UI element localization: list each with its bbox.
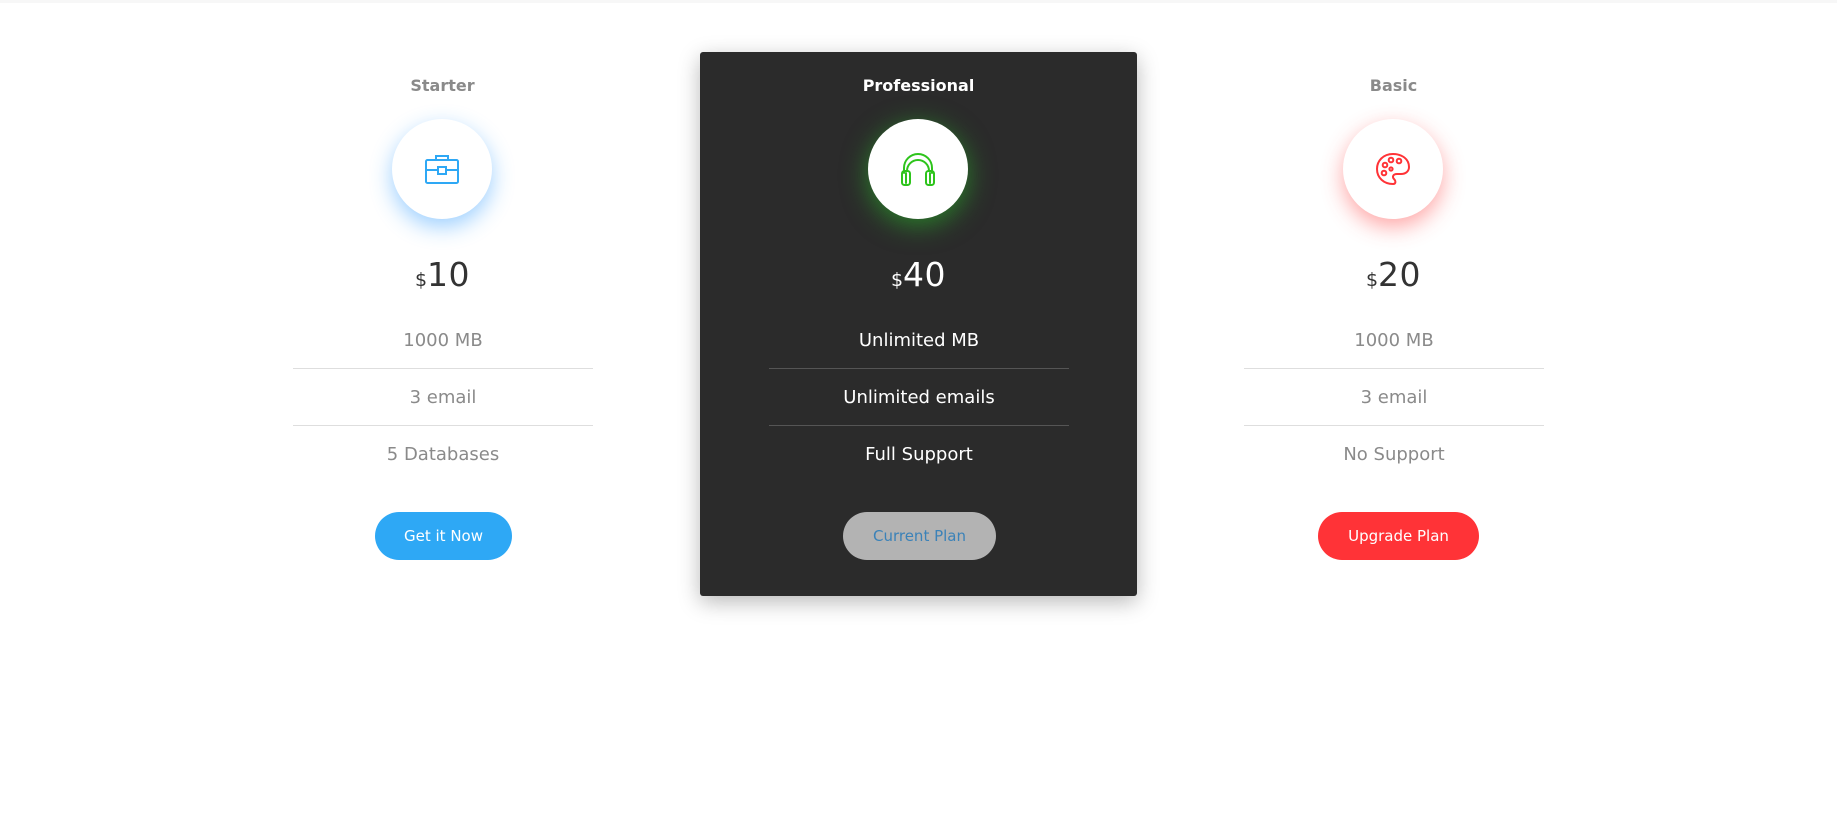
plan-price: $10 bbox=[224, 255, 661, 294]
plan-price: $40 bbox=[700, 255, 1137, 294]
plan-name: Professional bbox=[862, 76, 975, 95]
price-currency: $ bbox=[1365, 269, 1379, 291]
feature-item: 3 email bbox=[1244, 369, 1544, 426]
current-plan-button[interactable]: Current Plan bbox=[843, 512, 996, 560]
price-amount: 20 bbox=[1378, 255, 1422, 294]
feature-list: 1000 MB 3 email No Support bbox=[1244, 312, 1544, 483]
pricing-table: Starter $10 1000 MB 3 email 5 Databases … bbox=[0, 0, 1837, 817]
get-it-now-button[interactable]: Get it Now bbox=[375, 512, 512, 560]
plan-name: Starter bbox=[410, 76, 475, 95]
price-amount: 10 bbox=[427, 255, 471, 294]
feature-item: 1000 MB bbox=[1244, 312, 1544, 369]
headphones-icon bbox=[899, 151, 937, 187]
upgrade-plan-button[interactable]: Upgrade Plan bbox=[1318, 512, 1479, 560]
feature-item: No Support bbox=[1343, 444, 1445, 465]
pricing-card-basic: Basic $20 1000 MB 3 email No Support Upg… bbox=[1175, 52, 1612, 596]
plan-price: $20 bbox=[1175, 255, 1612, 294]
price-currency: $ bbox=[890, 269, 904, 291]
feature-list: 1000 MB 3 email 5 Databases bbox=[293, 312, 593, 483]
palette-icon bbox=[1374, 151, 1412, 187]
plan-icon-badge bbox=[1343, 119, 1443, 219]
feature-item: 1000 MB bbox=[293, 312, 593, 369]
feature-item: Unlimited MB bbox=[769, 312, 1069, 369]
pricing-card-professional: Professional $40 Unlimited MB Unlimited … bbox=[700, 52, 1137, 596]
price-currency: $ bbox=[414, 269, 428, 291]
plan-icon-badge bbox=[392, 119, 492, 219]
plan-icon-badge bbox=[868, 119, 968, 219]
plan-name: Basic bbox=[1369, 76, 1418, 95]
briefcase-icon bbox=[424, 153, 460, 185]
price-amount: 40 bbox=[903, 255, 947, 294]
feature-item: 3 email bbox=[293, 369, 593, 426]
feature-item: Full Support bbox=[865, 444, 973, 465]
feature-item: Unlimited emails bbox=[769, 369, 1069, 426]
feature-list: Unlimited MB Unlimited emails Full Suppo… bbox=[769, 312, 1069, 483]
pricing-card-starter: Starter $10 1000 MB 3 email 5 Databases … bbox=[224, 52, 661, 596]
feature-item: 5 Databases bbox=[386, 444, 500, 465]
